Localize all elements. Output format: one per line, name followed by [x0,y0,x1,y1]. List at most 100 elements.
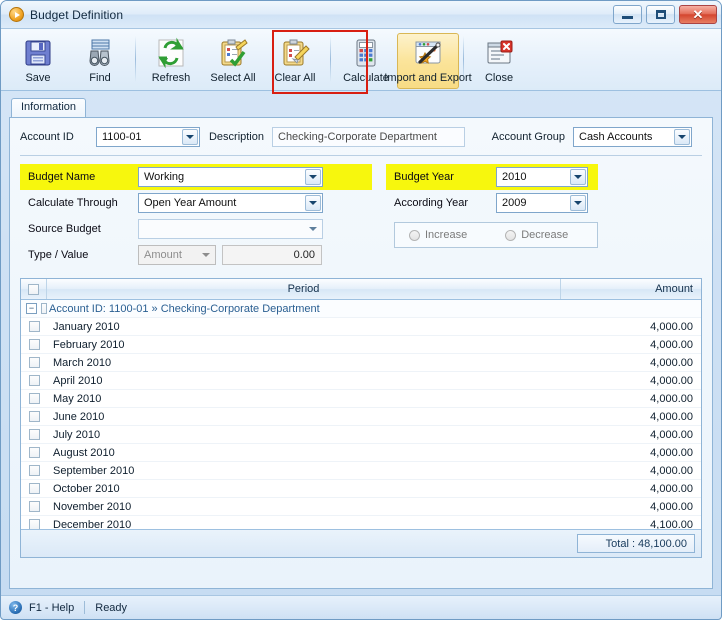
according-year-select[interactable]: 2009 [496,193,588,213]
window-close-icon [483,37,515,69]
checkbox-icon[interactable] [28,465,40,476]
checkbox-icon[interactable] [28,447,40,458]
form-left-column: Budget Name Working Calculate Through Op… [20,164,372,268]
checkbox-icon[interactable] [28,429,40,440]
table-row[interactable]: February 2010 4,000.00 [21,336,701,354]
collapse-toggle-icon[interactable]: − [26,303,37,314]
checkbox-icon[interactable] [28,375,40,386]
chevron-down-icon[interactable] [198,247,214,263]
field-budget-year: Budget Year 2010 [386,164,598,190]
row-checkbox-cell[interactable] [21,357,47,368]
table-row[interactable]: January 2010 4,000.00 [21,318,701,336]
checkbox-icon[interactable] [28,283,39,295]
increase-decrease-group: Increase Decrease [394,222,598,248]
table-row[interactable]: March 2010 4,000.00 [21,354,701,372]
budget-name-select[interactable]: Working [138,167,323,187]
table-row[interactable]: June 2010 4,000.00 [21,408,701,426]
header-fields-row: Account ID 1100-01 Description Checking-… [20,126,702,148]
title-bar: Budget Definition ✕ [1,1,721,29]
description-label: Description [208,131,264,143]
checkbox-icon[interactable] [28,393,40,404]
row-checkbox-cell[interactable] [21,375,47,386]
radio-decrease[interactable]: Decrease [505,229,568,241]
calculate-through-select[interactable]: Open Year Amount [138,193,323,213]
row-checkbox-cell[interactable] [21,339,47,350]
row-checkbox-cell[interactable] [21,483,47,494]
table-row[interactable]: April 2010 4,000.00 [21,372,701,390]
type-select[interactable]: Amount [138,245,216,265]
question-circle-icon[interactable]: ? [9,601,22,614]
toolbar-button-find[interactable]: Find [69,33,131,89]
chevron-down-icon[interactable] [570,195,586,211]
account-group-select[interactable]: Cash Accounts [573,127,692,147]
toolbar-button-import-and-export[interactable]: Import and Export [384,33,472,89]
grid-header-select-all[interactable] [21,279,47,299]
row-checkbox-cell[interactable] [21,321,47,332]
value-amount-field[interactable]: 0.00 [222,245,322,265]
grid-group-row[interactable]: − Account ID: 1100-01 » Checking-Corpora… [21,300,701,318]
field-type-value: Type / Value Amount 0.00 [20,242,372,268]
row-checkbox-cell[interactable] [21,501,47,512]
row-checkbox-cell[interactable] [21,465,47,476]
radio-increase[interactable]: Increase [409,229,467,241]
maximize-button[interactable] [646,5,675,24]
table-row[interactable]: November 2010 4,000.00 [21,498,701,516]
tab-information[interactable]: Information [11,98,87,117]
wand-window-icon [412,37,444,69]
row-checkbox-cell[interactable] [21,519,47,529]
row-checkbox-cell[interactable] [21,429,47,440]
according-year-label: According Year [394,197,468,209]
table-row[interactable]: September 2010 4,000.00 [21,462,701,480]
row-checkbox-cell[interactable] [21,393,47,404]
radio-button-icon [505,229,517,241]
checkbox-icon[interactable] [28,339,40,350]
chevron-down-icon[interactable] [305,195,321,211]
checkbox-icon[interactable] [28,321,40,332]
toolbar-label-save: Save [25,72,51,84]
status-separator [84,601,86,614]
total-label: Total : 48,100.00 [577,534,695,553]
checkbox-icon[interactable] [28,519,40,529]
toolbar-button-clear-all[interactable]: Clear All [264,33,326,89]
close-window-button[interactable]: ✕ [679,5,717,24]
chevron-down-icon[interactable] [305,169,321,185]
toolbar-button-select-all[interactable]: Select All [202,33,264,89]
description-field[interactable]: Checking-Corporate Department [272,127,465,147]
table-row[interactable]: October 2010 4,000.00 [21,480,701,498]
close-icon: ✕ [692,7,704,22]
chevron-down-icon[interactable] [674,129,690,145]
checkbox-icon[interactable] [28,411,40,422]
budget-year-select[interactable]: 2010 [496,167,588,187]
according-year-value: 2009 [502,197,527,209]
table-row[interactable]: July 2010 4,000.00 [21,426,701,444]
toolbar-button-save[interactable]: Save [7,33,69,89]
source-budget-select[interactable] [138,219,323,239]
account-id-select[interactable]: 1100-01 [96,127,200,147]
type-value-label: Type / Value [28,249,89,261]
row-period: July 2010 [53,428,101,441]
checkbox-icon[interactable] [28,357,40,368]
minimize-button[interactable] [613,5,642,24]
table-row[interactable]: August 2010 4,000.00 [21,444,701,462]
row-checkbox-cell[interactable] [21,411,47,422]
chevron-down-icon[interactable] [570,169,586,185]
row-checkbox-cell[interactable] [21,447,47,458]
chevron-down-icon[interactable] [182,129,198,145]
information-panel: Account ID 1100-01 Description Checking-… [9,117,713,589]
grid-header-amount[interactable]: Amount [561,279,701,299]
toolbar-button-refresh[interactable]: Refresh [140,33,202,89]
description-value: Checking-Corporate Department [278,131,437,143]
toolbar-separator-1 [135,36,136,82]
grid-header-period[interactable]: Period [47,279,561,299]
checkbox-icon[interactable] [28,483,40,494]
toolbar-button-close[interactable]: Close [468,33,530,89]
grid-group-controls: − [21,303,47,314]
table-row[interactable]: December 2010 4,100.00 [21,516,701,529]
content-area: Information Account ID 1100-01 Descripti… [1,91,721,589]
table-row[interactable]: May 2010 4,000.00 [21,390,701,408]
help-label[interactable]: F1 - Help [29,602,74,614]
toolbar-separator-3 [463,36,464,82]
checkbox-icon[interactable] [28,501,40,512]
chevron-down-icon[interactable] [305,221,321,237]
account-group-label: Account Group [491,131,565,143]
